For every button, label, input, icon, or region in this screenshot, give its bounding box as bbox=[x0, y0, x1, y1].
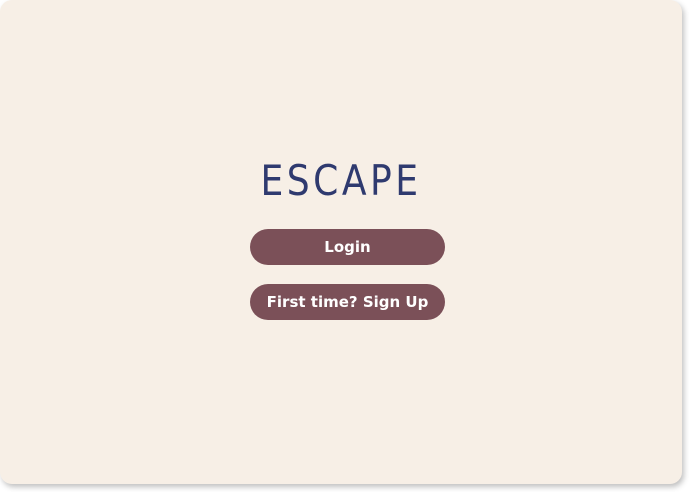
signup-button[interactable]: First time? Sign Up bbox=[250, 284, 445, 320]
app-screen: ESCAPE Login First time? Sign Up bbox=[0, 0, 682, 484]
login-button[interactable]: Login bbox=[250, 229, 445, 265]
app-logo: ESCAPE bbox=[260, 156, 422, 205]
